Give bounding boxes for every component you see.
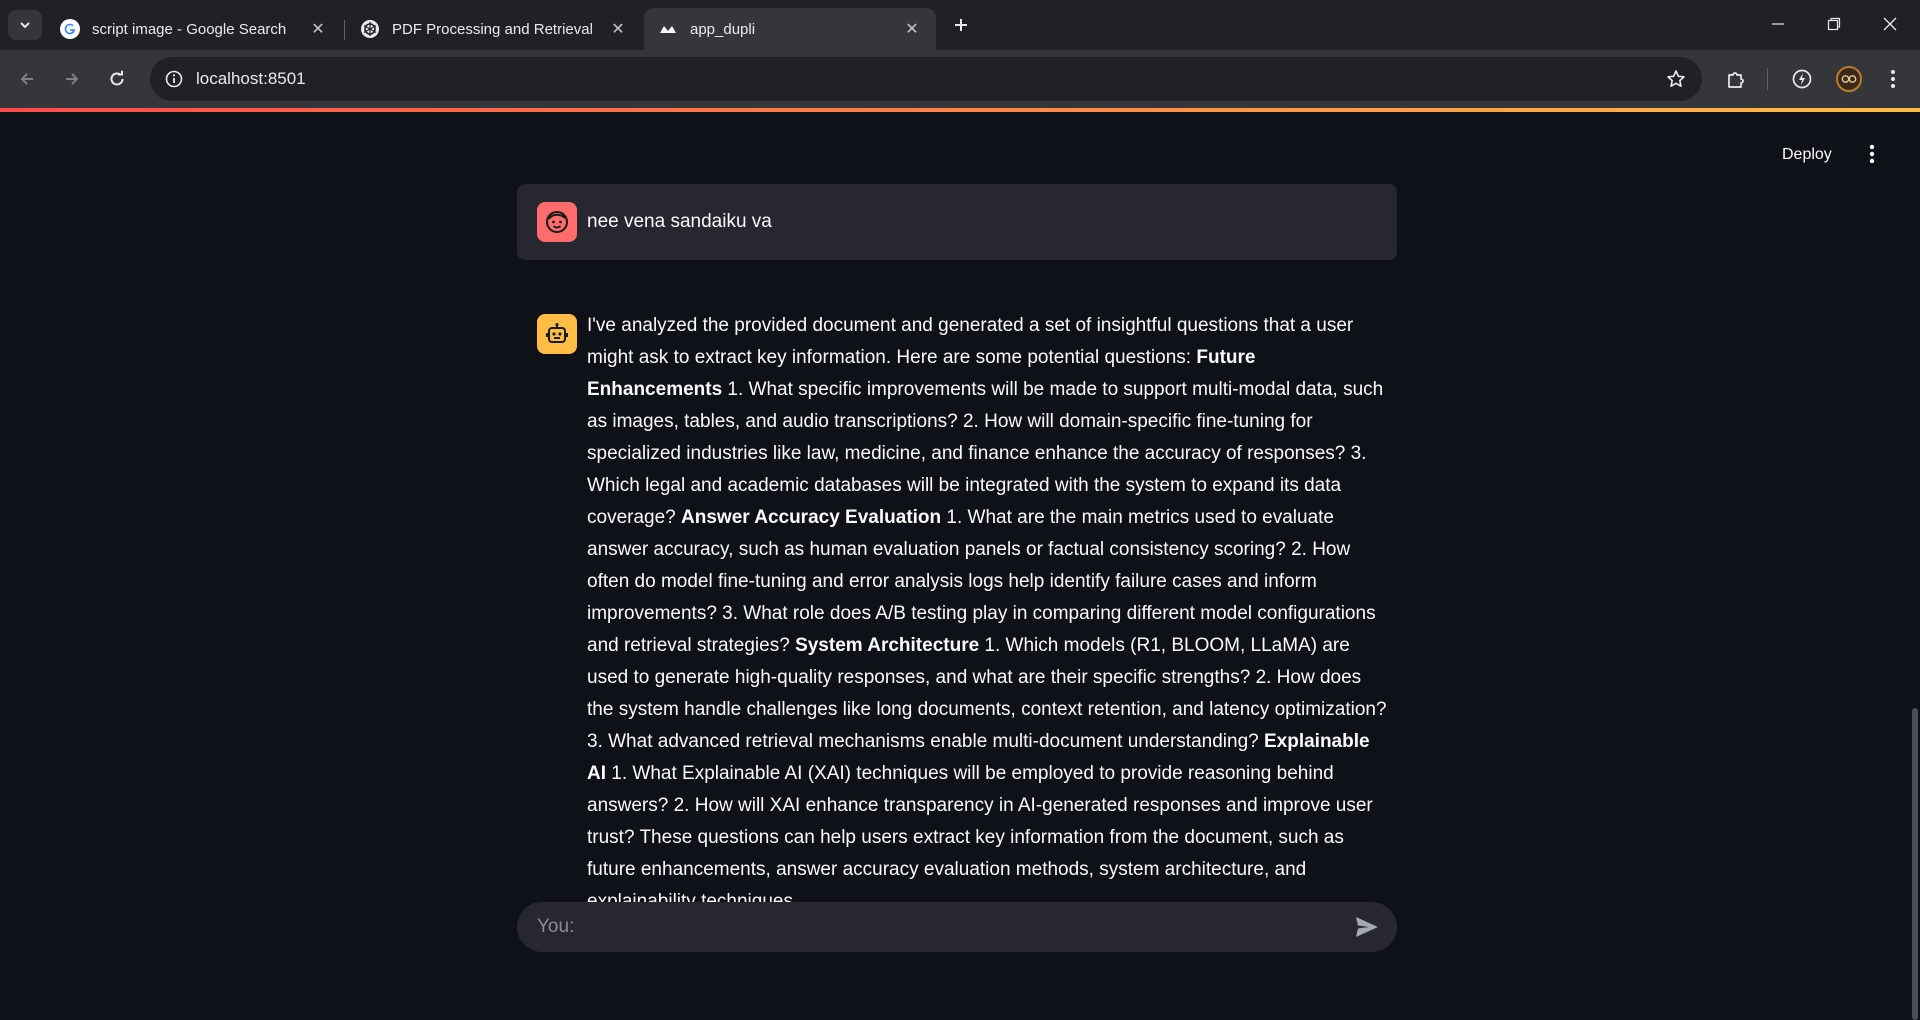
restore-button[interactable] <box>1806 0 1862 48</box>
tab-title: app_dupli <box>690 20 756 38</box>
speedometer-icon <box>1792 69 1812 89</box>
section-heading: Answer Accuracy Evaluation <box>681 507 942 528</box>
puzzle-icon <box>1728 72 1744 88</box>
more-vertical-icon <box>1891 70 1895 88</box>
back-button[interactable] <box>10 62 44 96</box>
streamlit-icon <box>658 19 678 39</box>
tab-google-search[interactable]: script image - Google Search ✕ <box>46 8 342 50</box>
send-icon <box>1356 917 1378 937</box>
send-button[interactable] <box>1351 912 1383 942</box>
profile-icon <box>1841 75 1857 83</box>
close-icon <box>1883 17 1897 31</box>
message-paragraph: 1. What Explainable AI (XAI) techniques … <box>587 763 1373 912</box>
profile-avatar[interactable] <box>1836 66 1862 92</box>
minimize-icon <box>1772 23 1784 25</box>
address-bar[interactable]: localhost:8501 <box>150 57 1702 101</box>
performance-button[interactable] <box>1785 62 1819 96</box>
scrollbar[interactable] <box>1908 112 1920 1020</box>
tab-divider <box>344 20 345 40</box>
robot-icon <box>546 323 568 343</box>
close-icon[interactable]: ✕ <box>308 19 328 39</box>
tab-title: script image - Google Search <box>92 20 287 38</box>
tab-app-dupli[interactable]: app_dupli ✕ <box>644 8 936 50</box>
extensions-button[interactable] <box>1719 62 1753 96</box>
plus-icon <box>955 19 967 31</box>
url-text: localhost:8501 <box>196 69 306 88</box>
scrollbar-thumb[interactable] <box>1912 708 1918 1020</box>
site-info-button[interactable] <box>158 63 190 95</box>
browser-toolbar: localhost:8501 <box>0 50 1920 108</box>
minimize-button[interactable] <box>1750 0 1806 48</box>
assistant-message-text: I've analyzed the provided document and … <box>587 310 1389 918</box>
smiley-face-icon <box>546 211 568 233</box>
info-icon <box>165 70 183 88</box>
message-paragraph: 1. What are the main metrics used to eva… <box>587 507 1376 656</box>
forward-button[interactable] <box>55 62 89 96</box>
user-avatar <box>537 202 577 242</box>
reload-icon <box>110 70 124 86</box>
toolbar-divider <box>1767 68 1768 90</box>
close-window-button[interactable] <box>1862 0 1918 48</box>
browser-menu-button[interactable] <box>1876 62 1910 96</box>
reload-button[interactable] <box>100 62 134 96</box>
google-icon <box>60 19 80 39</box>
browser-tab-bar: script image - Google Search ✕ PDF Proce… <box>0 0 1920 50</box>
chevron-down-icon <box>20 22 30 29</box>
bookmark-button[interactable] <box>1662 65 1690 93</box>
deploy-button[interactable]: Deploy <box>1772 142 1842 168</box>
message-paragraph: 1. What specific improvements will be ma… <box>587 379 1384 528</box>
tab-search-button[interactable] <box>8 10 42 40</box>
openai-icon <box>360 19 380 39</box>
user-chat-message: nee vena sandaiku va <box>517 184 1397 260</box>
tab-pdf-processing[interactable]: PDF Processing and Retrieval ✕ <box>346 8 642 50</box>
assistant-chat-message: I've analyzed the provided document and … <box>517 298 1397 912</box>
chat-input[interactable] <box>537 902 1337 952</box>
assistant-avatar <box>537 314 577 354</box>
chat-input-container <box>517 902 1397 952</box>
user-message-text: nee vena sandaiku va <box>587 211 772 232</box>
section-heading: System Architecture <box>795 635 980 656</box>
restore-icon <box>1827 17 1841 31</box>
close-icon[interactable]: ✕ <box>902 19 922 39</box>
new-tab-button[interactable] <box>944 10 978 40</box>
streamlit-app: Deploy nee vena sandaiku va I've analyze… <box>0 112 1920 1020</box>
app-menu-button[interactable] <box>1858 140 1886 168</box>
arrow-right-icon <box>66 73 79 85</box>
more-vertical-icon <box>1869 144 1875 164</box>
star-icon <box>1667 70 1685 87</box>
close-icon[interactable]: ✕ <box>608 19 628 39</box>
tab-title: PDF Processing and Retrieval <box>392 20 593 38</box>
arrow-left-icon <box>20 73 33 85</box>
